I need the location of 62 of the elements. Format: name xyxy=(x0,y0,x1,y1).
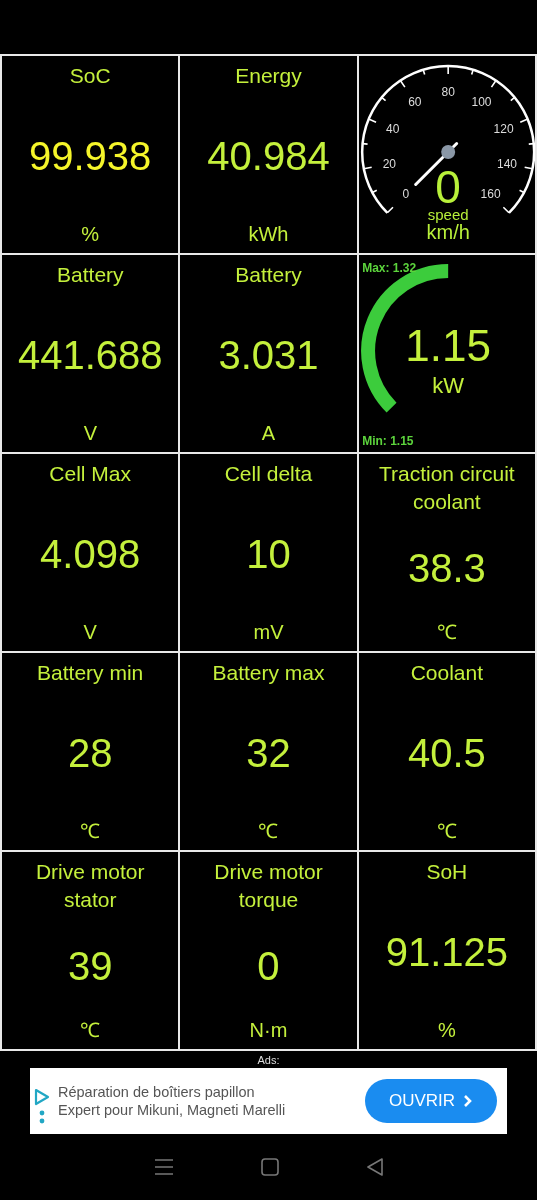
gauge-value: 40.5 xyxy=(407,729,486,776)
gauge-value: 39 xyxy=(67,942,113,989)
scale-label: 20 xyxy=(382,156,396,171)
ad-banner[interactable]: Réparation de boîtiers papillon Expert pour Mikuni, Magneti Marelli OUVRIR xyxy=(30,1068,507,1134)
power-value: 1.15 xyxy=(405,321,491,370)
gauge-value: 28 xyxy=(67,729,113,776)
gauge-label: SoC xyxy=(69,63,111,89)
gauge-label: Cell Max xyxy=(49,461,131,487)
gauge-unit: A xyxy=(261,421,276,446)
gauge-unit: ℃ xyxy=(258,819,279,844)
gauge-value: 32 xyxy=(246,729,291,776)
back-icon[interactable] xyxy=(365,1158,384,1176)
gauge-label: SoH xyxy=(426,859,468,885)
gauge-unit: % xyxy=(437,1018,456,1043)
min-label: Min: 1.15 xyxy=(361,434,414,448)
gauge-label: Battery min xyxy=(37,660,144,686)
gauge-unit: ℃ xyxy=(80,819,101,844)
gauge-value: 0 xyxy=(257,942,280,989)
gauge-unit: V xyxy=(83,421,97,446)
scale-label: 80 xyxy=(441,85,455,99)
ad-text: Réparation de boîtiers papillon xyxy=(58,1083,256,1101)
gauge-value: 3.031 xyxy=(218,331,319,378)
scale-label: 40 xyxy=(385,122,400,137)
gauge-unit: mV xyxy=(253,620,284,645)
gauge-label: Cell delta xyxy=(224,461,313,487)
more-icon[interactable] xyxy=(39,1110,45,1124)
scale-label: 160 xyxy=(480,187,501,202)
gauge-label: Coolant xyxy=(410,660,483,686)
gauge-unit: kWh xyxy=(248,222,289,247)
ad-text: Expert pour Mikuni, Magneti Marelli xyxy=(58,1101,287,1119)
gauge-value: 91.125 xyxy=(385,928,508,975)
gauge-label: Drive motor torque xyxy=(213,859,324,913)
scale-label: 100 xyxy=(471,95,492,110)
gauge-label: Traction circuit coolant xyxy=(377,461,516,515)
gauge-value: 40.984 xyxy=(207,132,330,179)
power-unit: kW xyxy=(431,373,464,398)
gauge-value: 10 xyxy=(246,530,291,577)
menu-icon[interactable] xyxy=(153,1158,174,1176)
play-icon[interactable] xyxy=(34,1088,50,1106)
gauge-label: Battery xyxy=(57,262,124,288)
gauge-label: Energy xyxy=(235,63,302,89)
scale-label: 120 xyxy=(493,122,514,137)
scale-label: 140 xyxy=(496,156,517,171)
scale-label: 0 xyxy=(402,187,409,202)
max-label: Max: 1.32 xyxy=(361,261,416,275)
scale-label: 60 xyxy=(407,95,422,110)
gauge-unit: ℃ xyxy=(436,819,457,844)
gauge-value: 441.688 xyxy=(18,331,163,378)
gauge-unit: % xyxy=(81,222,100,247)
gauge-label: Battery max xyxy=(212,660,325,686)
gauge-value: 4.098 xyxy=(40,530,141,577)
gauge-value: 38.3 xyxy=(407,544,486,591)
gauge-label: Battery xyxy=(235,262,302,288)
gauge-unit: ℃ xyxy=(436,620,457,645)
gauge-unit: ℃ xyxy=(80,1018,101,1043)
chevron-icon xyxy=(463,1094,474,1108)
gauge-unit: V xyxy=(83,620,97,645)
gauge-unit: N·m xyxy=(249,1018,288,1043)
gauge-label: Drive motor stator xyxy=(34,859,146,913)
gauge-value: 99.938 xyxy=(29,132,152,179)
home-icon[interactable] xyxy=(260,1158,279,1176)
ads-label: Ads: xyxy=(256,1054,281,1067)
